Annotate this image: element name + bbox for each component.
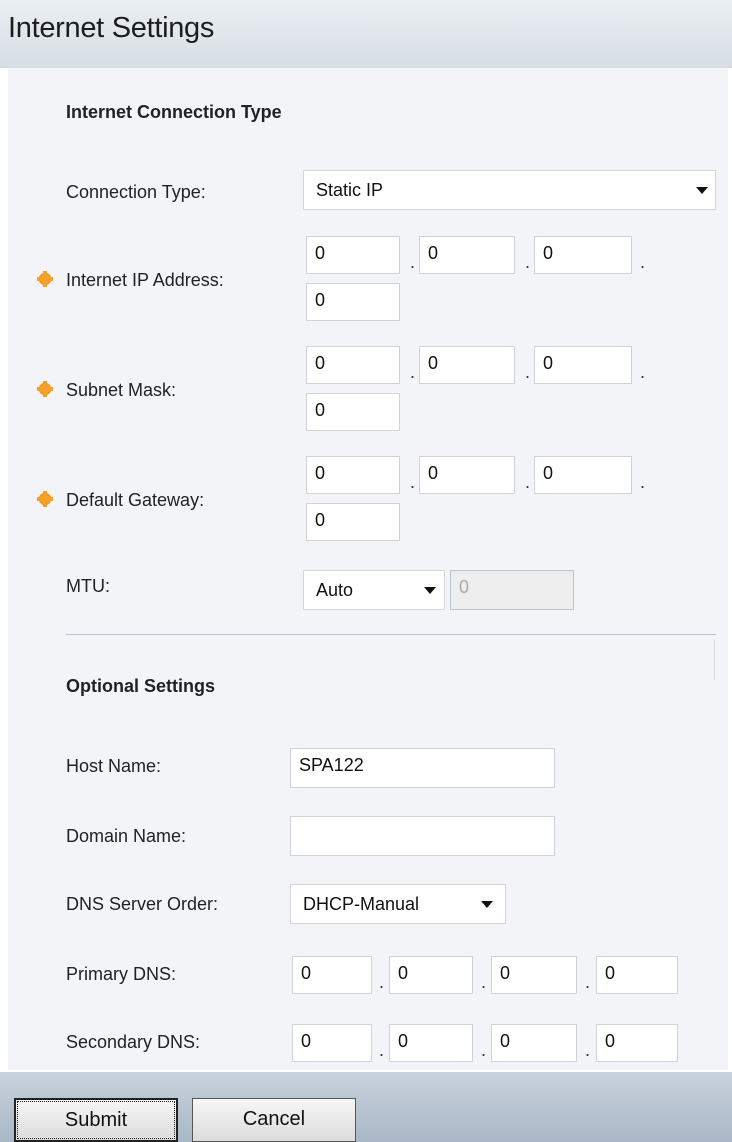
- mtu-mode-value: Auto: [316, 580, 354, 600]
- internet-ip-label: Internet IP Address:: [66, 270, 224, 290]
- secondary-dns-octet-3[interactable]: 0: [491, 1024, 577, 1062]
- octet-separator: .: [640, 362, 646, 382]
- mtu-label: MTU:: [66, 576, 110, 596]
- divider-tick: [714, 640, 715, 680]
- octet-separator: .: [410, 472, 416, 492]
- octet-separator: .: [640, 252, 646, 272]
- mask-octet-2[interactable]: 0: [419, 346, 515, 384]
- primary-dns-octet-4[interactable]: 0: [596, 956, 678, 994]
- section-divider: [66, 634, 716, 635]
- mask-octet-4[interactable]: 0: [306, 393, 400, 431]
- gateway-octet-3[interactable]: 0: [534, 456, 632, 494]
- octet-separator: .: [585, 1040, 591, 1060]
- connection-section-title: Internet Connection Type: [66, 102, 282, 122]
- octet-separator: .: [525, 362, 531, 382]
- domain-name-input[interactable]: [290, 816, 555, 856]
- secondary-dns-octet-4[interactable]: 0: [596, 1024, 678, 1062]
- ip-octet-4[interactable]: 0: [306, 283, 400, 321]
- octet-separator: .: [525, 472, 531, 492]
- secondary-dns-octet-2[interactable]: 0: [389, 1024, 473, 1062]
- octet-separator: .: [410, 362, 416, 382]
- optional-section-title: Optional Settings: [66, 676, 216, 696]
- domain-name-label: Domain Name:: [66, 826, 187, 846]
- secondary-dns-octet-1[interactable]: 0: [292, 1024, 372, 1062]
- chevron-down-icon: [696, 187, 708, 194]
- chevron-down-icon: [481, 901, 493, 908]
- cancel-button[interactable]: Cancel: [192, 1098, 356, 1142]
- octet-separator: .: [379, 1040, 385, 1060]
- host-name-input[interactable]: SPA122: [290, 748, 555, 788]
- octet-separator: .: [640, 472, 646, 492]
- octet-separator: .: [525, 252, 531, 272]
- action-bar: Submit Cancel: [0, 1072, 732, 1142]
- octet-separator: .: [379, 972, 385, 992]
- page-header: Internet Settings: [0, 0, 732, 68]
- required-gear-icon: [37, 381, 53, 397]
- octet-separator: .: [481, 1040, 487, 1060]
- ip-octet-1[interactable]: 0: [306, 236, 400, 274]
- dns-order-value: DHCP-Manual: [303, 894, 420, 914]
- connection-type-value: Static IP: [316, 180, 384, 200]
- required-gear-icon: [37, 491, 53, 507]
- primary-dns-octet-1[interactable]: 0: [292, 956, 372, 994]
- subnet-mask-label: Subnet Mask:: [66, 380, 177, 400]
- connection-type-label: Connection Type:: [66, 182, 206, 202]
- default-gateway-label: Default Gateway:: [66, 490, 205, 510]
- page-title: Internet Settings: [8, 12, 215, 44]
- mtu-mode-select[interactable]: Auto: [303, 570, 445, 610]
- gateway-octet-2[interactable]: 0: [419, 456, 515, 494]
- gateway-octet-4[interactable]: 0: [306, 503, 400, 541]
- mask-octet-1[interactable]: 0: [306, 346, 400, 384]
- ip-octet-3[interactable]: 0: [534, 236, 632, 274]
- ip-octet-2[interactable]: 0: [419, 236, 515, 274]
- mask-octet-3[interactable]: 0: [534, 346, 632, 384]
- primary-dns-octet-2[interactable]: 0: [389, 956, 473, 994]
- dns-order-select[interactable]: DHCP-Manual: [290, 884, 506, 924]
- mtu-value-field[interactable]: 0: [450, 570, 574, 610]
- connection-type-select[interactable]: Static IP: [303, 170, 716, 210]
- required-gear-icon: [37, 271, 53, 287]
- host-name-label: Host Name:: [66, 756, 162, 776]
- gateway-octet-1[interactable]: 0: [306, 456, 400, 494]
- octet-separator: .: [410, 252, 416, 272]
- submit-button[interactable]: Submit: [14, 1098, 178, 1142]
- primary-dns-label: Primary DNS:: [66, 964, 177, 984]
- secondary-dns-label: Secondary DNS:: [66, 1032, 201, 1052]
- dns-order-label: DNS Server Order:: [66, 894, 219, 914]
- octet-separator: .: [481, 972, 487, 992]
- primary-dns-octet-3[interactable]: 0: [491, 956, 577, 994]
- chevron-down-icon: [424, 587, 436, 594]
- octet-separator: .: [585, 972, 591, 992]
